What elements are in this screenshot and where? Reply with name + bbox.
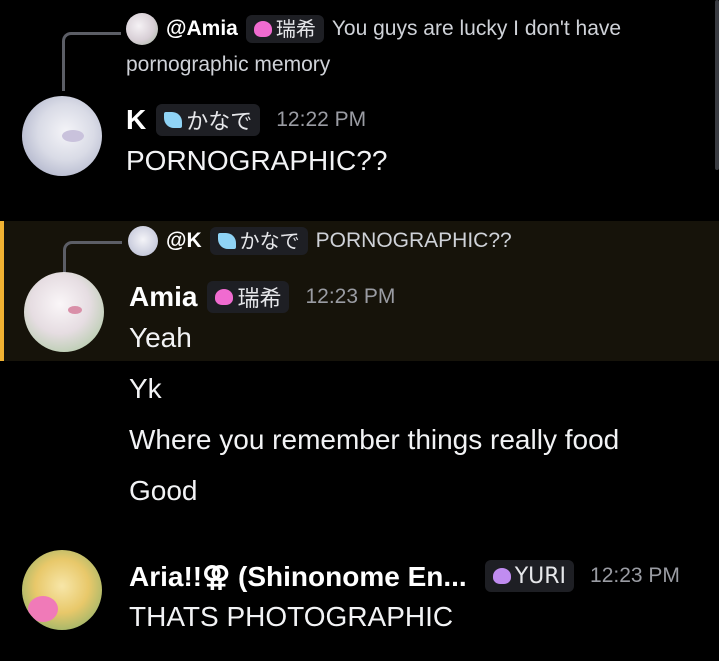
light-blue-feather-icon [217, 233, 236, 250]
role-tag[interactable]: 瑞希 [207, 281, 290, 313]
username[interactable]: K [126, 104, 146, 136]
reply-preview[interactable]: @K かなで PORNOGRAPHIC?? [128, 224, 512, 258]
role-tag: 瑞希 [245, 15, 324, 44]
reply-connector [62, 32, 121, 91]
message-k: @Amia 瑞希 You guys are lucky I don't have p… [0, 0, 719, 200]
reply-text-line2: pornographic memory [126, 53, 331, 76]
message-text: Yk [129, 373, 162, 404]
message-text: Good [129, 475, 198, 506]
avatar-k[interactable] [22, 96, 102, 176]
reply-mention[interactable]: @Amia [166, 17, 238, 40]
mini-avatar-amia [126, 13, 158, 46]
message-text: THATS PHOTOGRAPHIC [129, 601, 454, 632]
timestamp[interactable]: 12:23 PM [305, 285, 395, 309]
purple-heart-icon [492, 568, 511, 584]
message-text: Yeah [129, 322, 192, 353]
pink-flame-icon [253, 21, 272, 38]
reply-mention[interactable]: @K [166, 229, 202, 252]
pink-flame-icon [215, 289, 234, 305]
role-tag-text: 瑞希 [275, 17, 316, 42]
message-header: Amia 瑞希 12:23 PM [129, 277, 395, 317]
role-tag-text: かなで [186, 110, 253, 135]
message-header: K かなで 12:22 PM [126, 100, 366, 140]
light-blue-feather-icon [164, 112, 183, 128]
timestamp[interactable]: 12:22 PM [276, 108, 366, 132]
mini-avatar-k [128, 226, 158, 257]
timestamp[interactable]: 12:23 PM [590, 564, 680, 588]
avatar-detail [28, 596, 58, 622]
role-tag[interactable]: YURI [484, 560, 575, 592]
role-tag-text: YURI [514, 563, 567, 589]
message-text: Where you remember things really food [129, 424, 620, 455]
message-text: PORNOGRAPHIC?? [126, 145, 388, 176]
avatar-detail [68, 306, 82, 314]
reply-text: PORNOGRAPHIC?? [315, 229, 512, 252]
role-tag-text: 瑞希 [237, 287, 282, 312]
avatar-aria[interactable] [22, 550, 102, 630]
username[interactable]: Aria!!⚢ (Shinonome En... [129, 560, 467, 593]
reply-text: You guys are lucky I don't have [331, 17, 622, 40]
role-tag: かなで [209, 227, 308, 256]
role-tag[interactable]: かなで [156, 104, 261, 136]
avatar-amia[interactable] [24, 272, 104, 352]
message-header: Aria!!⚢ (Shinonome En... YURI 12:23 PM [129, 556, 680, 596]
reply-preview-continued: pornographic memory [126, 48, 330, 82]
avatar-detail [62, 130, 84, 142]
username[interactable]: Amia [129, 281, 197, 313]
role-tag-text: かなで [239, 229, 300, 254]
reply-preview[interactable]: @Amia 瑞希 You guys are lucky I don't have [126, 12, 621, 46]
